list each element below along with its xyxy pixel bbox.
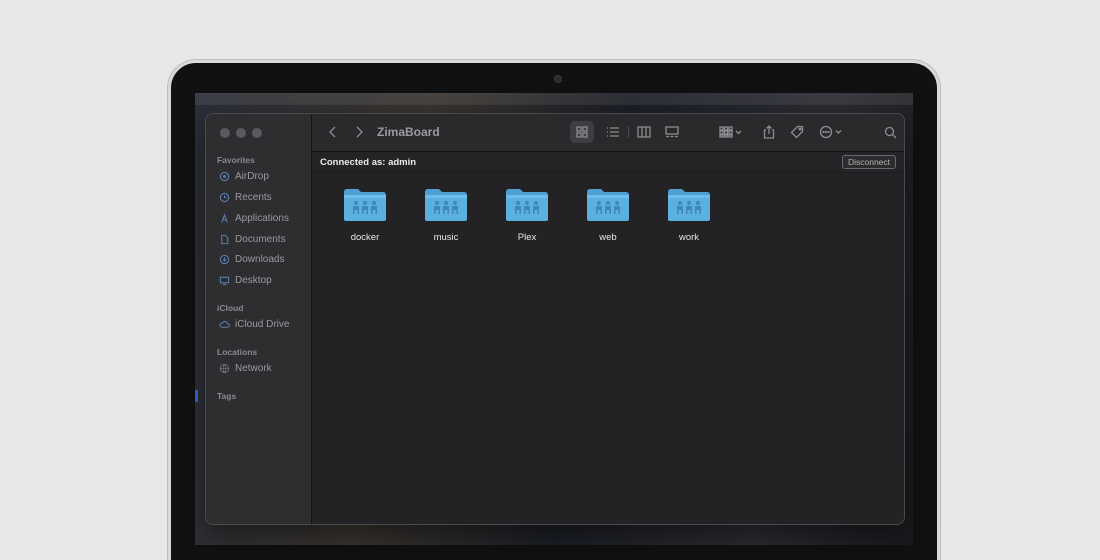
folder-item[interactable]: web (573, 186, 643, 256)
sidebar: Favorites AirDrop Recents Applications D… (206, 114, 312, 524)
folder-name: music (433, 232, 459, 243)
sidebar-item-applications[interactable]: Applications (219, 210, 289, 226)
chevron-right-icon (356, 126, 363, 138)
columns-icon (637, 126, 651, 138)
back-button[interactable] (326, 125, 340, 139)
window-controls (220, 128, 262, 138)
more-actions-button[interactable] (817, 121, 847, 143)
zoom-window-button[interactable] (252, 128, 262, 138)
folder-name: work (678, 232, 700, 243)
disconnect-button[interactable]: Disconnect (842, 155, 896, 169)
sidebar-item-airdrop[interactable]: AirDrop (219, 168, 269, 184)
shared-folder-icon (425, 189, 467, 221)
globe-icon (219, 363, 230, 373)
sidebar-item-label: Network (235, 362, 272, 374)
sidebar-item-documents[interactable]: Documents (219, 231, 286, 247)
sidebar-item-downloads[interactable]: Downloads (219, 251, 284, 267)
chevron-left-icon (329, 126, 336, 138)
grid-icon (576, 126, 588, 138)
ellipsis-circle-icon (819, 125, 842, 139)
column-view-button[interactable] (632, 121, 656, 143)
applications-icon (221, 212, 228, 223)
close-window-button[interactable] (220, 128, 230, 138)
icon-view-button[interactable] (570, 121, 594, 143)
shared-folder-icon (668, 189, 710, 221)
window-title: ZimaBoard (377, 125, 440, 139)
clock-icon (219, 192, 230, 202)
shared-folder-icon (344, 189, 386, 221)
cloud-icon (219, 320, 230, 328)
folder-item[interactable]: docker (330, 186, 400, 256)
folder-name: Plex (517, 232, 537, 243)
list-icon (607, 127, 619, 137)
sidebar-item-label: Documents (235, 233, 286, 245)
tags-button[interactable] (786, 121, 808, 143)
camera (554, 75, 562, 83)
gallery-icon (665, 126, 679, 138)
sidebar-item-icloud-drive[interactable]: iCloud Drive (219, 316, 289, 332)
sidebar-item-recents[interactable]: Recents (219, 189, 272, 205)
folder-name: web (599, 232, 617, 243)
group-grid-icon (719, 126, 742, 138)
folder-item[interactable]: work (654, 186, 724, 256)
sidebar-item-network[interactable]: Network (219, 360, 272, 376)
sidebar-section-icloud: iCloud (217, 303, 244, 313)
list-view-button[interactable] (601, 121, 625, 143)
shared-folder-icon (587, 189, 629, 221)
file-grid: docker music Plex web work (312, 174, 904, 524)
folder-name: docker (350, 232, 380, 243)
document-icon (221, 234, 229, 244)
forward-button[interactable] (352, 125, 366, 139)
desktop-accent (195, 390, 198, 402)
folder-item[interactable]: Plex (492, 186, 562, 256)
sidebar-item-label: iCloud Drive (235, 318, 290, 330)
toolbar-divider (628, 126, 629, 138)
share-icon (763, 125, 775, 139)
sidebar-item-desktop[interactable]: Desktop (219, 272, 272, 288)
sidebar-item-label: Desktop (235, 274, 272, 286)
desktop-icon (219, 276, 230, 285)
toolbar: ZimaBoard (312, 114, 904, 152)
sidebar-section-favorites: Favorites (217, 155, 255, 165)
group-by-button[interactable] (716, 121, 746, 143)
share-button[interactable] (758, 121, 780, 143)
minimize-window-button[interactable] (236, 128, 246, 138)
finder-window: Favorites AirDrop Recents Applications D… (205, 113, 905, 525)
sidebar-item-label: AirDrop (235, 170, 269, 182)
sidebar-item-label: Downloads (235, 253, 285, 265)
folder-item[interactable]: music (411, 186, 481, 256)
download-icon (219, 254, 230, 264)
search-button[interactable] (880, 122, 900, 142)
connection-status: Connected as: admin (320, 157, 417, 168)
connection-bar: Connected as: admin Disconnect (312, 152, 904, 173)
sidebar-item-label: Recents (235, 191, 272, 203)
sidebar-item-label: Applications (235, 212, 289, 224)
airdrop-icon (219, 171, 230, 181)
search-icon (884, 126, 896, 138)
sidebar-section-locations: Locations (217, 347, 258, 357)
sidebar-section-tags: Tags (217, 391, 237, 401)
shared-folder-icon (506, 189, 548, 221)
tag-icon (790, 125, 804, 139)
gallery-view-button[interactable] (660, 121, 684, 143)
